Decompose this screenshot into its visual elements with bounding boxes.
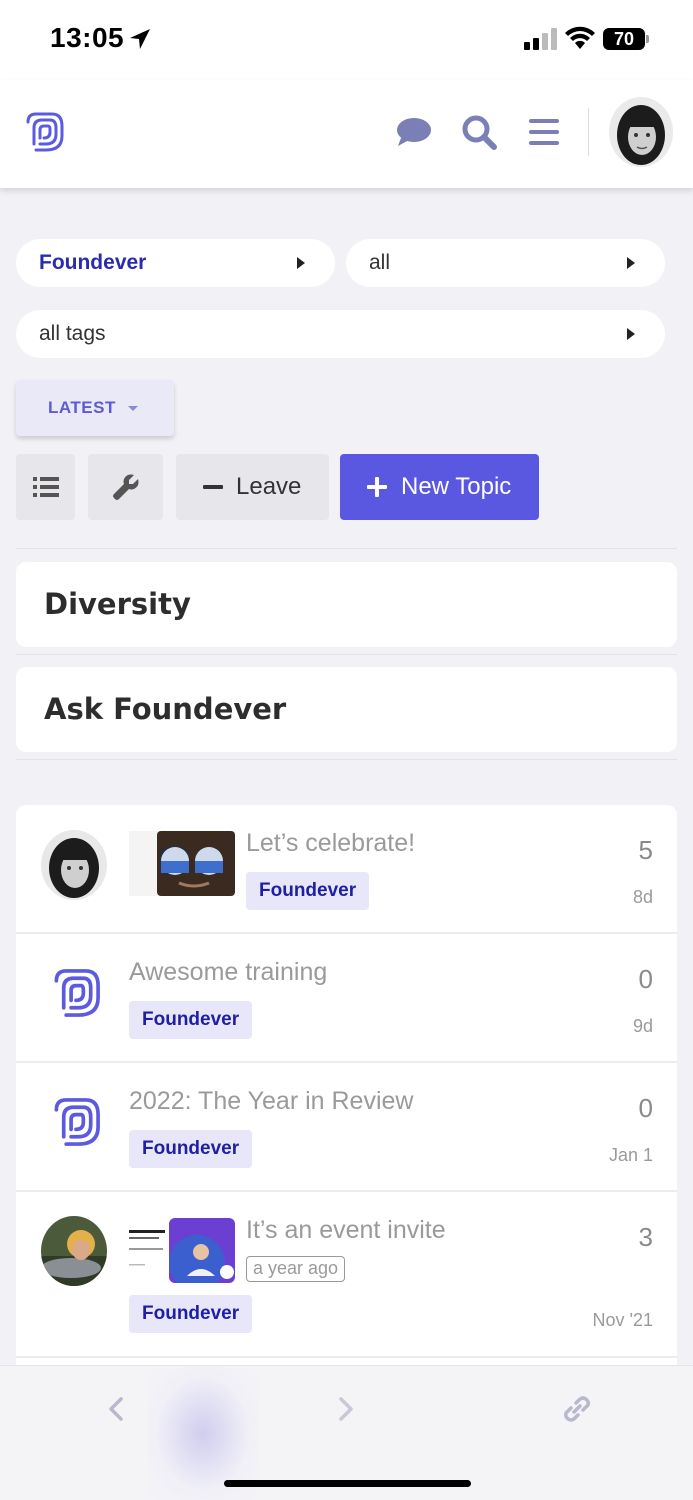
subcategory-filter-label: all [369,251,391,274]
divider [16,759,677,760]
subcategory-card-diversity[interactable]: Diversity [16,562,677,647]
location-arrow-icon [130,29,150,49]
caret-right-icon [627,257,635,269]
caret-right-icon [297,257,305,269]
activity-date[interactable]: 9d [633,1016,653,1037]
wifi-icon [565,26,595,49]
poster-avatar[interactable] [41,1216,107,1286]
minus-icon [203,485,223,489]
link-icon[interactable] [562,1394,592,1424]
site-header [0,80,693,188]
chat-icon[interactable] [396,116,432,148]
tags-filter-label: all tags [39,322,106,345]
foundever-logo-icon[interactable] [22,110,66,154]
topic-title[interactable]: It’s an event invite [246,1216,446,1245]
category-badge[interactable]: Foundever [246,872,370,910]
category-filter-dropdown[interactable]: Foundever [16,239,335,287]
status-time: 13:05 [50,22,125,53]
category-filter-label: Foundever [39,251,147,274]
tags-filter-dropdown[interactable]: all tags [16,310,665,358]
category-badge[interactable]: Foundever [129,1001,253,1039]
toggle-list-view-button[interactable] [16,454,75,520]
sort-latest-dropdown[interactable]: LATEST [16,380,174,436]
sort-label: LATEST [48,398,116,417]
user-avatar[interactable] [609,97,673,167]
battery-indicator: 70 [603,28,645,50]
activity-date[interactable]: 8d [633,887,653,908]
topic-row[interactable]: Let’s celebrate! Foundever 5 8d [16,805,677,934]
activity-date[interactable]: Jan 1 [609,1145,653,1166]
topic-thumbnail-image[interactable] [129,1218,235,1283]
leave-label: Leave [236,473,302,500]
topic-row[interactable]: It’s an event invite a year ago Foundeve… [16,1192,677,1358]
reply-count[interactable]: 0 [639,1093,653,1124]
new-topic-button[interactable]: New Topic [340,454,539,520]
reply-count[interactable]: 3 [639,1222,653,1253]
search-icon[interactable] [461,114,497,150]
admin-tools-button[interactable] [88,454,163,520]
topic-row[interactable]: Awesome training Foundever 0 9d [16,934,677,1063]
reply-count[interactable]: 5 [639,835,653,866]
topic-list: Let’s celebrate! Foundever 5 8d Awesome … [16,805,677,1405]
cellular-signal-icon [524,28,557,50]
foundever-logo-icon[interactable] [49,1095,103,1149]
foundever-logo-icon[interactable] [49,966,103,1020]
divider [16,548,677,549]
poster-avatar[interactable] [41,830,107,900]
activity-date[interactable]: Nov '21 [593,1310,653,1331]
status-bar: 13:05 70 [0,0,693,80]
home-indicator[interactable] [224,1480,471,1487]
battery-nub [646,35,649,43]
new-topic-label: New Topic [401,473,512,500]
topic-title[interactable]: Let’s celebrate! [246,829,415,858]
age-badge: a year ago [246,1256,346,1282]
browser-toolbar [0,1365,693,1500]
category-badge[interactable]: Foundever [129,1130,253,1168]
topic-thumbnail-image[interactable] [129,831,235,896]
category-badge[interactable]: Foundever [129,1295,253,1333]
caret-right-icon [627,328,635,340]
subcategory-card-ask-foundever[interactable]: Ask Foundever [16,667,677,752]
wrench-icon [113,474,139,500]
divider [16,654,677,655]
list-icon [33,477,59,497]
topic-title[interactable]: 2022: The Year in Review [129,1087,413,1116]
hamburger-menu-icon[interactable] [528,118,560,146]
forward-arrow-icon[interactable] [336,1396,356,1422]
reply-count[interactable]: 0 [639,964,653,995]
caret-down-icon [128,406,138,411]
subcategory-filter-dropdown[interactable]: all [346,239,665,287]
topic-title[interactable]: Awesome training [129,958,327,987]
leave-category-button[interactable]: Leave [176,454,329,520]
header-divider [588,108,589,156]
back-arrow-icon[interactable] [106,1396,126,1422]
plus-icon [367,477,387,497]
topic-row[interactable]: 2022: The Year in Review Foundever 0 Jan… [16,1063,677,1192]
